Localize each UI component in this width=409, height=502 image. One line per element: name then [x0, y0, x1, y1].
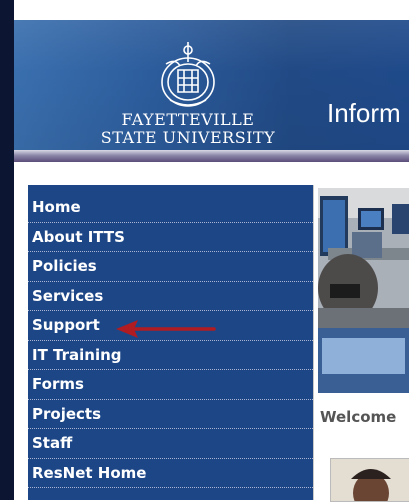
- header-bottom-band: [14, 150, 409, 162]
- sidebar-item-label: About ITTS: [32, 227, 125, 246]
- page-title: Inform: [327, 98, 401, 128]
- logo-line-2: State University: [100, 128, 276, 147]
- welcome-heading: Welcome: [320, 408, 397, 426]
- sidebar-item-label: Policies: [32, 257, 97, 276]
- logo-wordmark: Fayetteville State University: [98, 112, 278, 146]
- column-divider: [313, 185, 317, 500]
- sidebar-item-home[interactable]: Home: [28, 193, 313, 223]
- sidebar-item-label: ResNet Home: [32, 463, 147, 482]
- top-strip: [0, 0, 409, 20]
- sidebar-item-label: Staff: [32, 434, 73, 453]
- sidebar-item-services[interactable]: Services: [28, 282, 313, 311]
- sidebar-item-about-itts[interactable]: About ITTS: [28, 223, 313, 252]
- nav-menu: Home About ITTS Policies Services Suppor…: [28, 193, 313, 488]
- computer-lab-photo: [318, 188, 409, 393]
- site-header: Fayetteville State University Inform: [14, 20, 409, 150]
- sidebar-item-label: Forms: [32, 375, 84, 394]
- sidebar-item-label: Services: [32, 286, 104, 305]
- staff-portrait: [330, 458, 409, 502]
- sidebar-item-label: IT Training: [32, 345, 122, 364]
- sidebar-item-label: Support: [32, 316, 100, 335]
- university-seal-icon: [161, 42, 215, 107]
- header-gap: [14, 162, 409, 180]
- left-frame-border: [0, 0, 14, 500]
- sidebar-item-resnet-home[interactable]: ResNet Home: [28, 459, 313, 488]
- sidebar-item-it-training[interactable]: IT Training: [28, 341, 313, 370]
- left-arrow-icon: [116, 320, 216, 338]
- sidebar-item-policies[interactable]: Policies: [28, 252, 313, 282]
- sidebar-item-label: Home: [32, 198, 81, 217]
- logo-line-1: Fayetteville: [121, 110, 255, 129]
- sidebar-item-staff[interactable]: Staff: [28, 429, 313, 459]
- university-logo[interactable]: Fayetteville State University: [94, 40, 284, 150]
- sidebar-item-label: Projects: [32, 404, 102, 423]
- sidebar-item-forms[interactable]: Forms: [28, 370, 313, 400]
- sidebar-item-projects[interactable]: Projects: [28, 400, 313, 429]
